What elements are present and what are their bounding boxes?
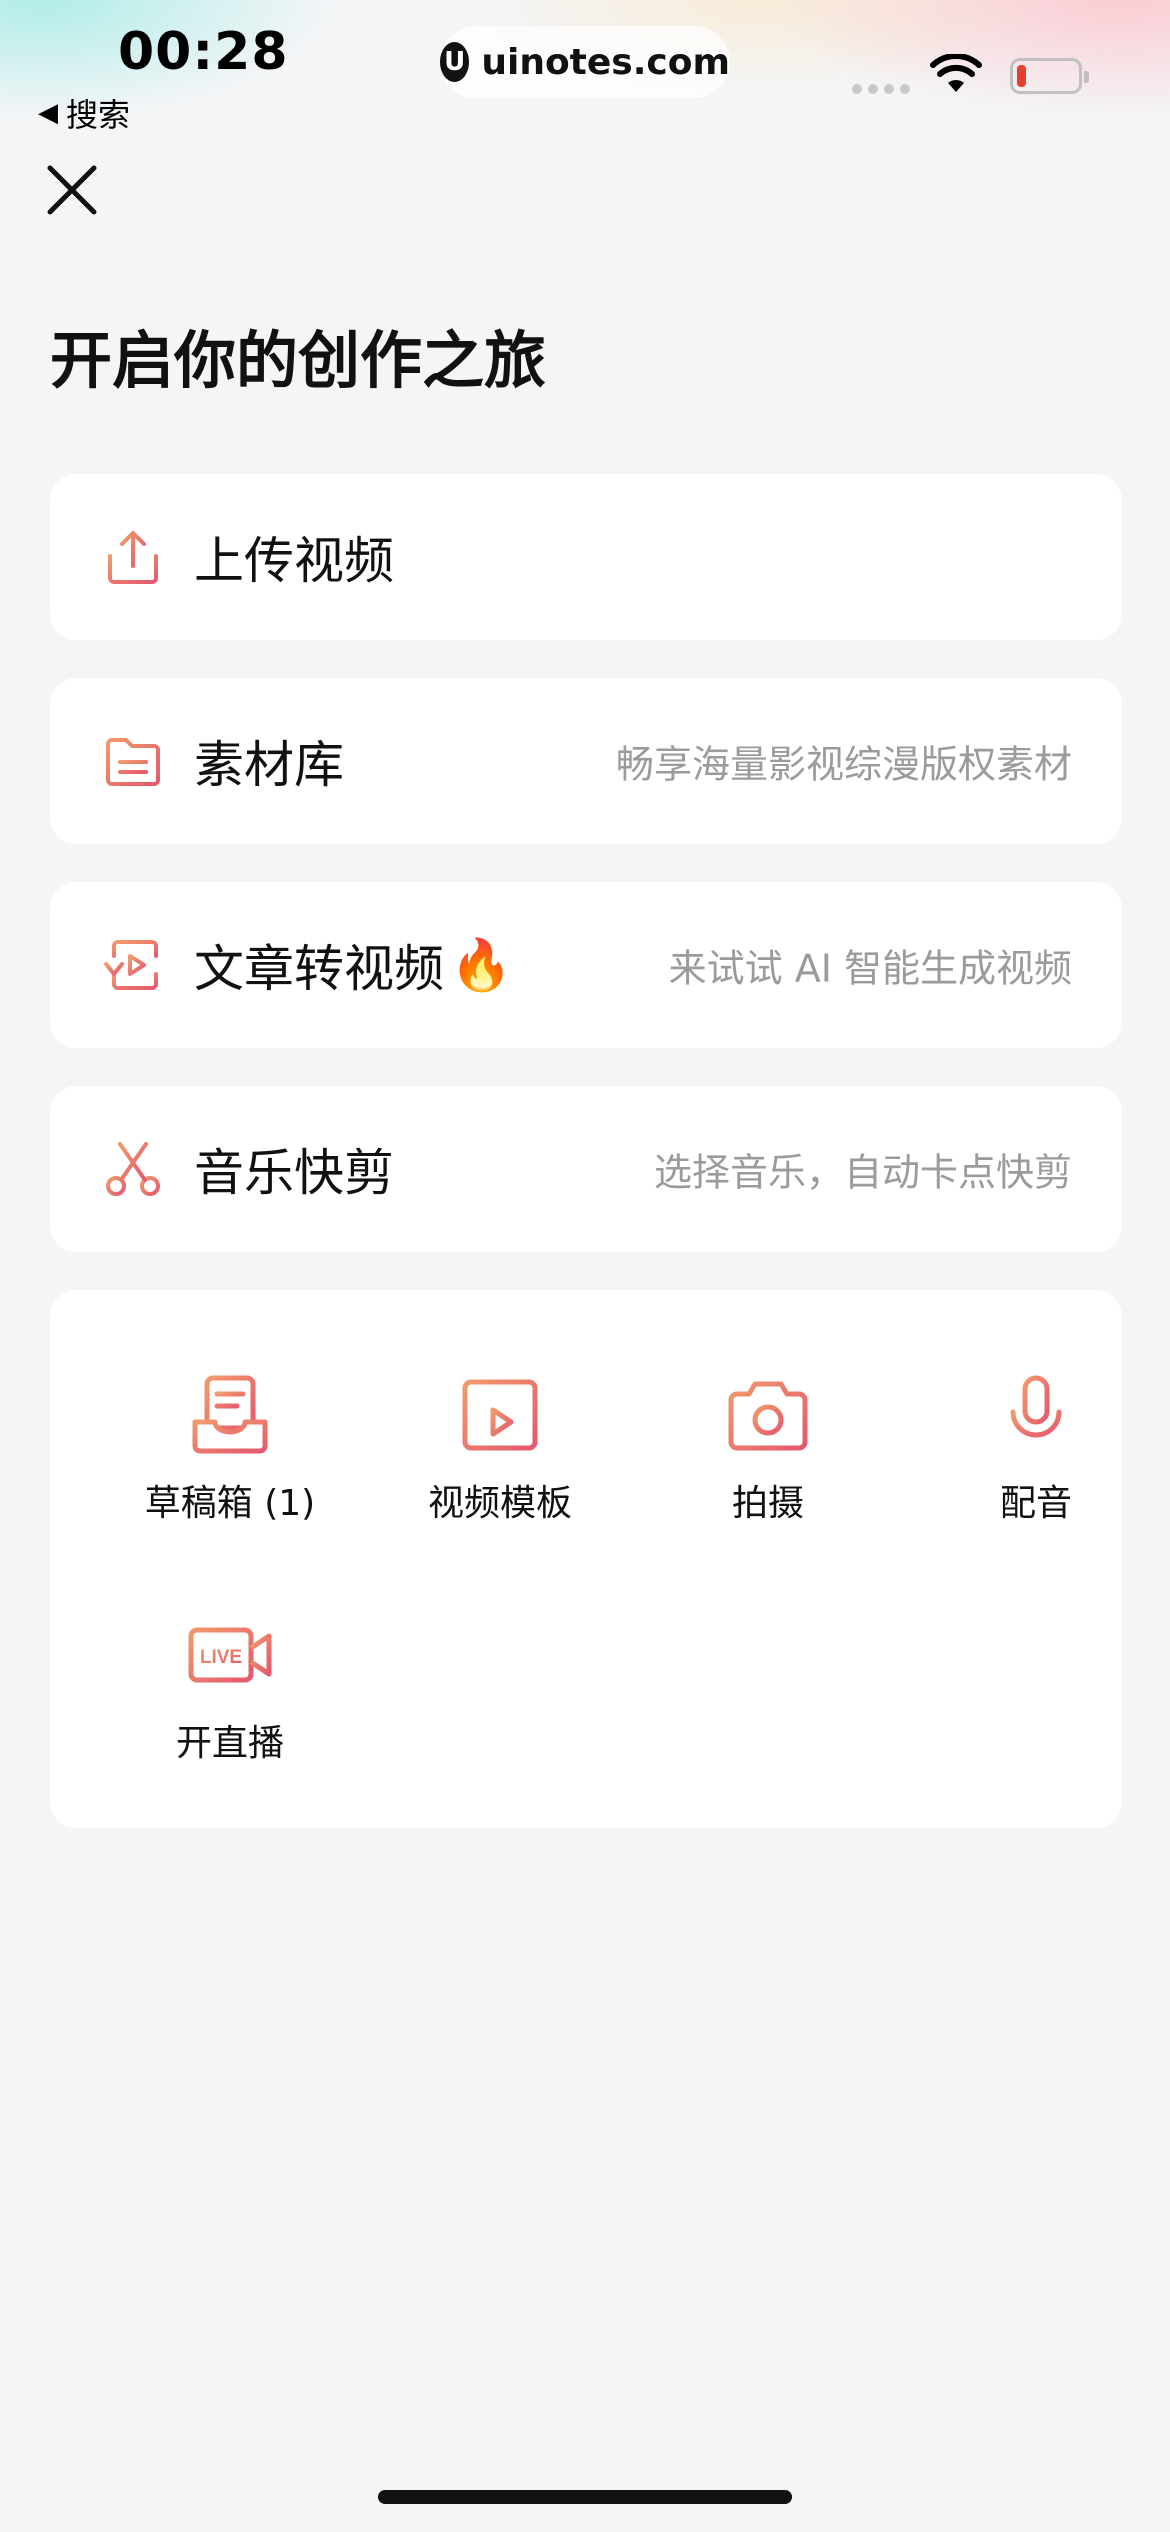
back-to-search[interactable]: ◀ 搜索: [38, 90, 130, 136]
tool-drafts-label: 草稿箱 (1): [144, 1483, 316, 1524]
tools-grid: 草稿箱 (1) 视频模板 拍摄 配音 LIVE 开直播: [50, 1290, 1122, 1828]
article-to-video-card[interactable]: 文章转视频 🔥 来试试 AI 智能生成视频: [50, 882, 1122, 1048]
upload-video-label: 上传视频: [194, 532, 394, 590]
tool-camera-label: 拍摄: [731, 1483, 804, 1524]
back-label: 搜索: [66, 96, 131, 134]
battery-icon: [1010, 58, 1089, 94]
camera-icon: [728, 1381, 808, 1451]
music-cut-label: 音乐快剪: [194, 1144, 394, 1202]
upload-icon: [108, 531, 158, 584]
tool-camera[interactable]: 拍摄: [658, 1370, 878, 1526]
tool-video-template[interactable]: 视频模板: [390, 1370, 610, 1526]
back-triangle-icon: ◀: [38, 98, 58, 128]
library-label: 素材库: [194, 736, 344, 794]
microphone-icon: [1010, 1375, 1062, 1455]
cellular-signal-icon: [852, 84, 910, 94]
home-indicator[interactable]: [378, 2490, 792, 2504]
tool-live[interactable]: LIVE 开直播: [120, 1610, 340, 1766]
fire-emoji-icon: 🔥: [450, 935, 513, 994]
tool-video-template-label: 视频模板: [427, 1483, 572, 1524]
url-pill[interactable]: U uinotes.com: [440, 26, 730, 98]
url-text: uinotes.com: [481, 41, 730, 83]
status-time: 00:28: [118, 22, 289, 82]
article-to-video-icon: [104, 940, 158, 990]
article-to-video-subtitle: 来试试 AI 智能生成视频: [668, 946, 1072, 991]
page-title: 开启你的创作之旅: [50, 324, 547, 397]
library-icon: [106, 738, 160, 786]
site-logo-icon: U: [440, 42, 470, 82]
tool-drafts[interactable]: 草稿箱 (1): [120, 1370, 340, 1526]
tool-dubbing[interactable]: 配音: [926, 1370, 1146, 1526]
upload-video-card[interactable]: 上传视频: [50, 474, 1122, 640]
library-subtitle: 畅享海量影视综漫版权素材: [615, 742, 1072, 787]
library-card[interactable]: 素材库 畅享海量影视综漫版权素材: [50, 678, 1122, 844]
scissors-icon: [106, 1142, 160, 1196]
live-icon-text: LIVE: [200, 1647, 242, 1668]
tool-live-label: 开直播: [175, 1723, 284, 1764]
drafts-icon: [192, 1375, 268, 1454]
music-cut-card[interactable]: 音乐快剪 选择音乐，自动卡点快剪: [50, 1086, 1122, 1252]
article-to-video-text: 文章转视频: [194, 940, 444, 998]
tool-dubbing-label: 配音: [999, 1483, 1072, 1524]
video-template-icon: [462, 1379, 538, 1451]
live-icon: LIVE: [188, 1627, 272, 1683]
article-to-video-label: 文章转视频 🔥: [194, 929, 512, 1001]
music-cut-subtitle: 选择音乐，自动卡点快剪: [653, 1150, 1072, 1195]
status-bar: 00:28 ◀ 搜索 U uinotes.com: [0, 0, 1170, 140]
close-icon[interactable]: [44, 162, 100, 218]
wifi-icon: [930, 54, 982, 92]
